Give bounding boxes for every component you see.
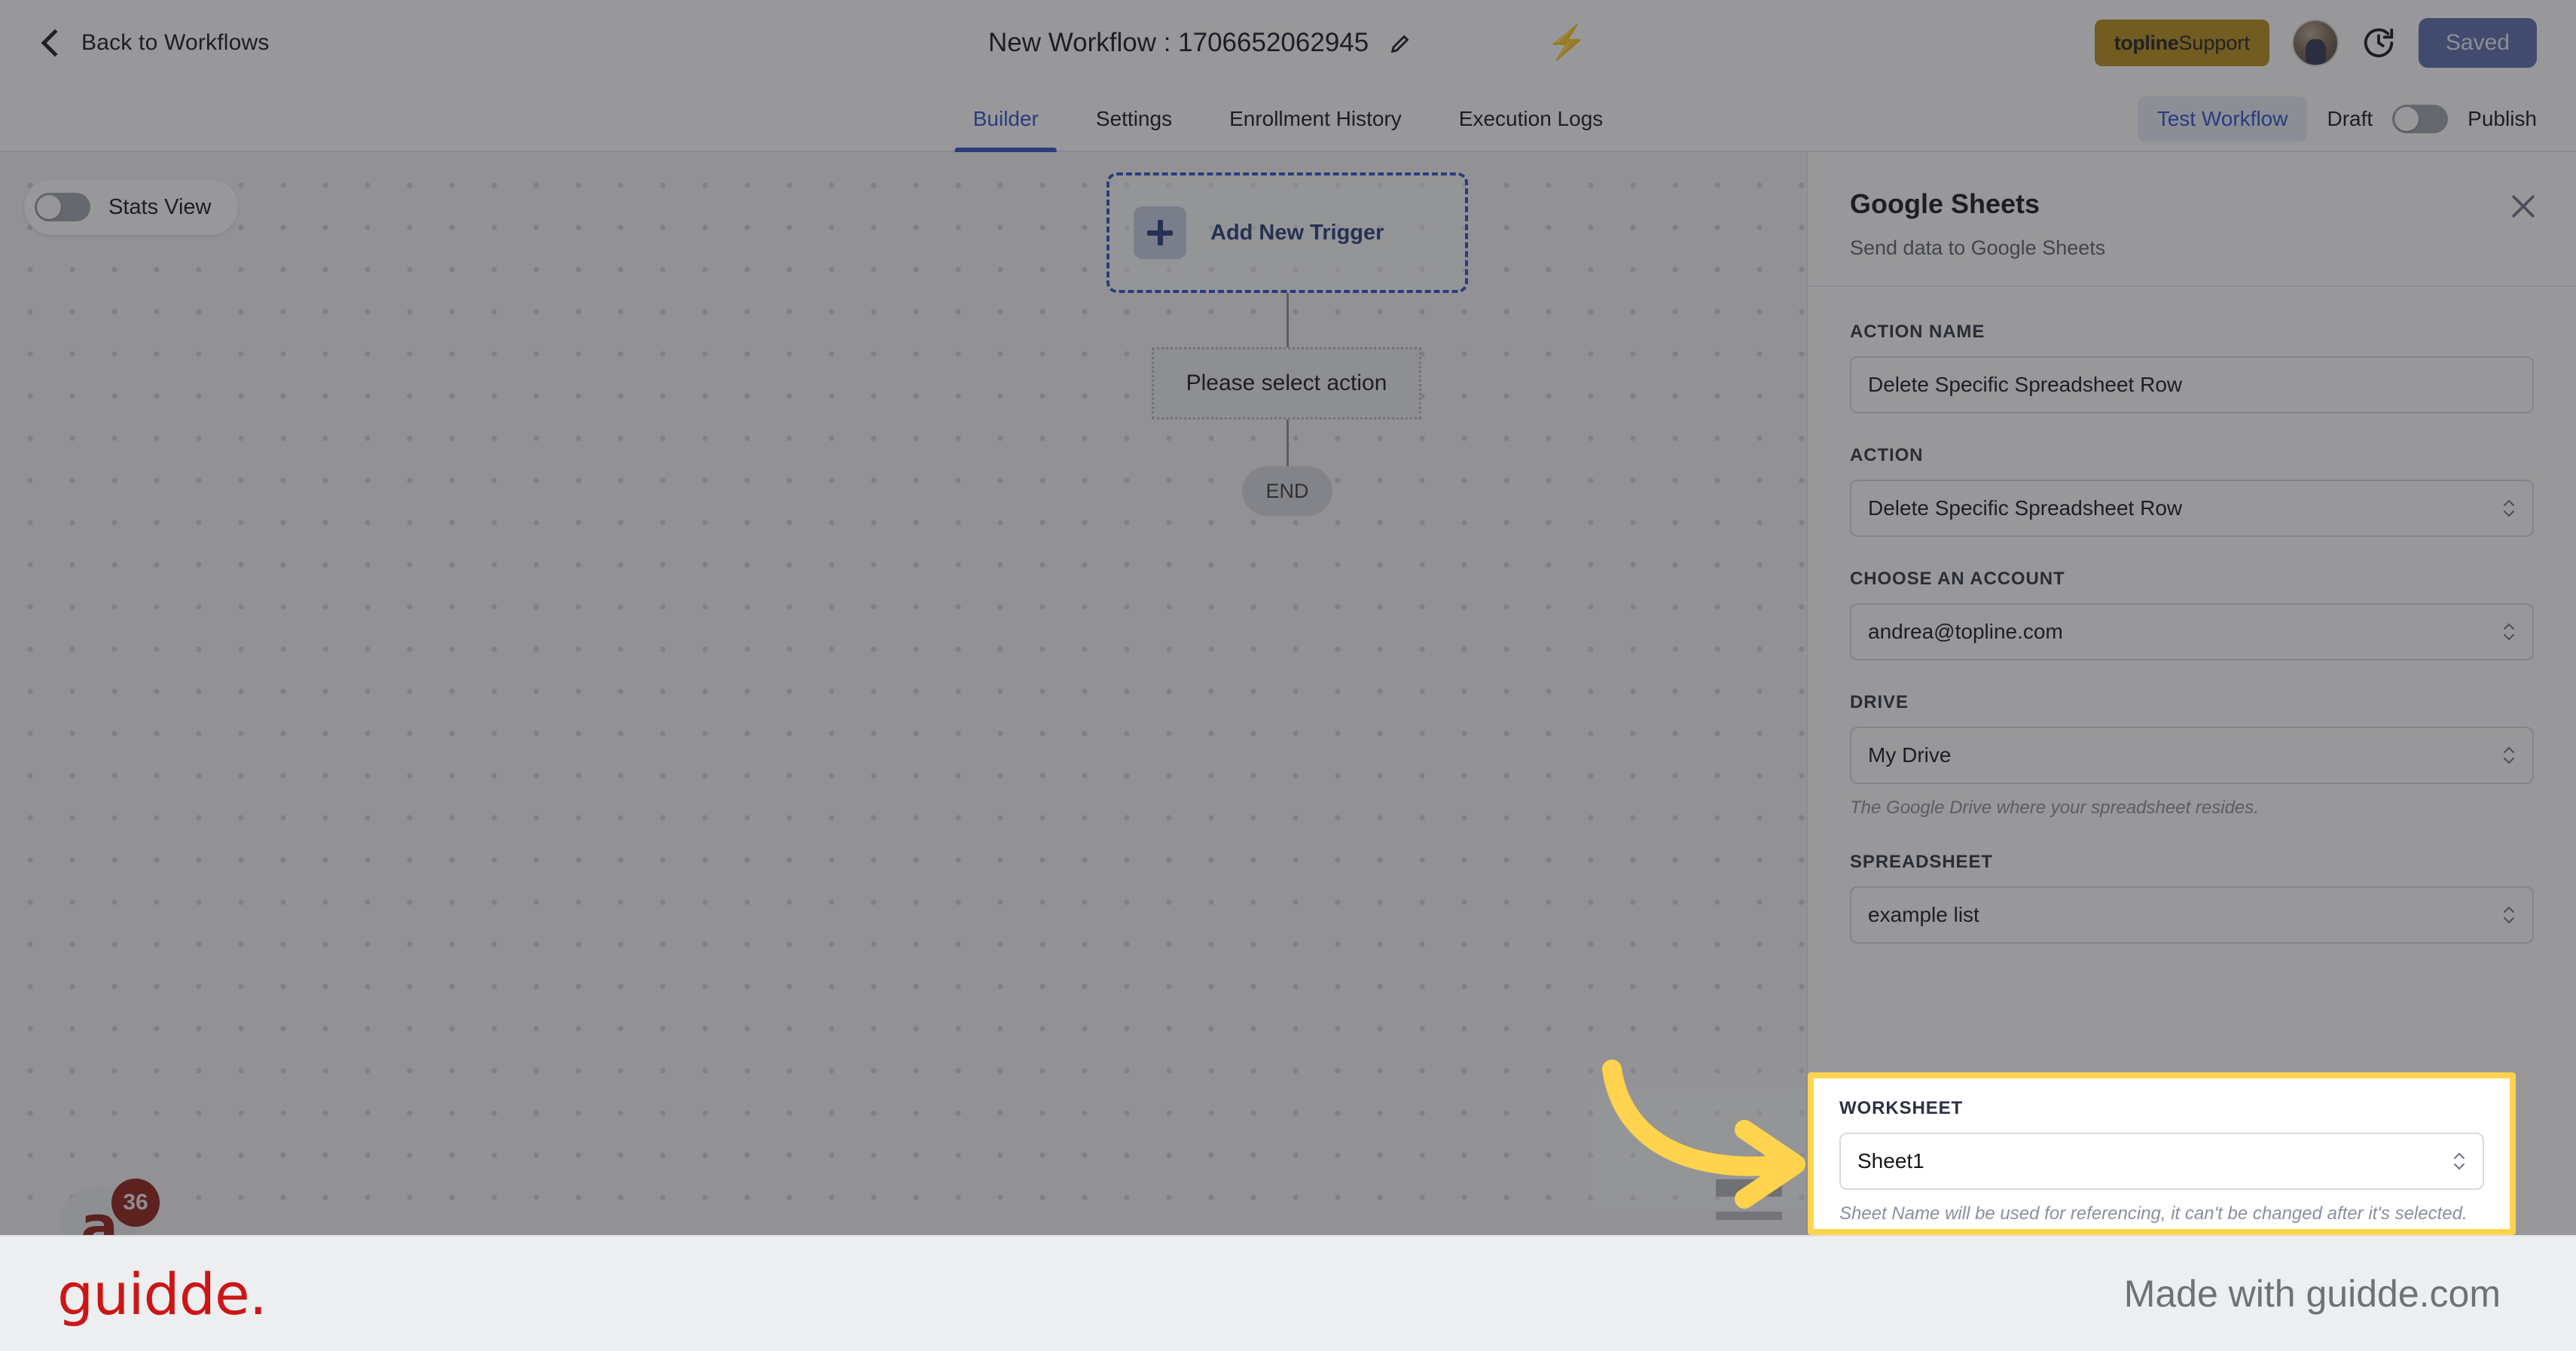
field-action-name: ACTION NAME Delete Specific Spreadsheet …	[1850, 322, 2534, 413]
tab-settings-label: Settings	[1095, 107, 1173, 130]
stats-view-label: Stats View	[108, 194, 212, 219]
add-new-trigger-card[interactable]: Add New Trigger	[1106, 172, 1468, 293]
stats-toggle-knob	[37, 195, 61, 219]
test-workflow-button[interactable]: Test Workflow	[2137, 96, 2308, 142]
action-name-input[interactable]: Delete Specific Spreadsheet Row	[1850, 356, 2534, 413]
stats-view-control[interactable]: Stats View	[24, 179, 239, 235]
back-to-workflows-label: Back to Workflows	[81, 30, 270, 55]
placeholder-bar	[1716, 1212, 1782, 1220]
top-bar: Back to Workflows New Workflow : 1706652…	[0, 0, 2576, 86]
publish-label: Publish	[2468, 107, 2537, 130]
lightning-bolt-icon[interactable]: ⚡	[1546, 26, 1588, 59]
chevron-updown-icon	[2501, 617, 2517, 647]
action-select[interactable]: Delete Specific Spreadsheet Row	[1850, 480, 2534, 537]
end-node: END	[1242, 466, 1332, 516]
tab-execution-logs[interactable]: Execution Logs	[1430, 86, 1631, 152]
top-bar-right: topline Support Saved	[2094, 0, 2537, 86]
panel-subtitle: Send data to Google Sheets	[1850, 236, 2106, 259]
worksheet-highlight-block: WORKSHEET Sheet1 Sheet Name will be used…	[1808, 1072, 2516, 1235]
worksheet-select[interactable]: Sheet1	[1839, 1133, 2484, 1190]
toggle-knob	[2394, 107, 2419, 131]
guidde-logo: guidde.	[57, 1260, 267, 1328]
support-brand-label: topline	[2114, 31, 2179, 54]
workflow-flow: Add New Trigger Please select action END	[1106, 172, 1468, 516]
plus-icon	[1134, 206, 1186, 259]
connector-line	[1286, 293, 1289, 347]
drive-select[interactable]: My Drive	[1850, 727, 2534, 784]
draft-publish-toggle[interactable]	[2392, 105, 2449, 133]
tab-bar: Builder Settings Enrollment History Exec…	[0, 86, 2576, 152]
guidde-footer: guidde. Made with guidde.com	[0, 1235, 2576, 1351]
tab-bar-right: Test Workflow Draft Publish	[2137, 86, 2537, 152]
clock-history-icon[interactable]	[2361, 26, 2396, 60]
field-action: ACTION Delete Specific Spreadsheet Row	[1850, 445, 2534, 537]
draft-label: Draft	[2327, 107, 2373, 130]
save-button-label: Saved	[2445, 30, 2510, 55]
avatar[interactable]	[2291, 20, 2339, 66]
drive-help-text: The Google Drive where your spreadsheet …	[1850, 797, 2259, 818]
action-value: Delete Specific Spreadsheet Row	[1868, 496, 2183, 520]
select-action-node[interactable]: Please select action	[1152, 347, 1421, 419]
pencil-icon[interactable]	[1388, 30, 1414, 56]
panel-body: ACTION NAME Delete Specific Spreadsheet …	[1808, 287, 2576, 944]
panel-title: Google Sheets	[1850, 188, 2040, 219]
spreadsheet-select[interactable]: example list	[1850, 886, 2534, 944]
chevron-updown-icon	[2501, 740, 2517, 770]
close-icon[interactable]	[2507, 190, 2540, 223]
field-drive: DRIVE My Drive The Google Drive where yo…	[1850, 692, 2534, 820]
workflow-canvas[interactable]: Stats View Add New Trigger Please select…	[0, 152, 1806, 1235]
chevron-updown-icon	[2501, 900, 2517, 930]
page-title: New Workflow : 1706652062945	[987, 28, 1369, 57]
field-account-label: CHOOSE AN ACCOUNT	[1850, 569, 2065, 589]
select-action-label: Please select action	[1186, 371, 1387, 395]
field-spreadsheet-label: SPREADSHEET	[1850, 852, 1993, 873]
tab-builder-label: Builder	[972, 107, 1039, 130]
topline-support-button[interactable]: topline Support	[2094, 20, 2269, 66]
support-suffix-label: Support	[2178, 31, 2250, 54]
tab-list: Builder Settings Enrollment History Exec…	[945, 86, 1632, 152]
panel-header: Google Sheets Send data to Google Sheets	[1808, 152, 2576, 285]
chevron-updown-icon	[2501, 493, 2517, 523]
chevron-updown-icon	[2451, 1146, 2468, 1176]
made-with-guidde-label: Made with guidde.com	[2123, 1273, 2501, 1315]
worksheet-help-text: Sheet Name will be used for referencing,…	[1839, 1203, 2468, 1224]
tab-settings[interactable]: Settings	[1067, 86, 1201, 152]
add-new-trigger-label: Add New Trigger	[1210, 220, 1384, 245]
connector-line	[1286, 419, 1289, 466]
chat-unread-badge: 36	[111, 1179, 160, 1227]
test-workflow-label: Test Workflow	[2156, 107, 2288, 130]
chevron-left-icon	[41, 29, 69, 57]
action-name-value: Delete Specific Spreadsheet Row	[1868, 373, 2183, 396]
field-worksheet-label: WORKSHEET	[1839, 1098, 1964, 1118]
field-spreadsheet: SPREADSHEET example list	[1850, 852, 2534, 944]
workflow-title-group: New Workflow : 1706652062945 ⚡	[988, 0, 1588, 86]
chat-unread-count: 36	[123, 1190, 148, 1215]
account-select[interactable]: andrea@topline.com	[1850, 603, 2534, 660]
tab-builder[interactable]: Builder	[945, 86, 1067, 152]
stats-view-toggle[interactable]	[35, 193, 90, 221]
field-action-label: ACTION	[1850, 445, 1924, 465]
tab-enrollment-history[interactable]: Enrollment History	[1201, 86, 1430, 152]
field-choose-an-account: CHOOSE AN ACCOUNT andrea@topline.com	[1850, 569, 2534, 660]
field-drive-label: DRIVE	[1850, 692, 1909, 712]
tab-enrollment-history-label: Enrollment History	[1229, 107, 1402, 130]
back-to-workflows-button[interactable]: Back to Workflows	[41, 29, 270, 57]
tab-execution-logs-label: Execution Logs	[1458, 107, 1604, 130]
account-value: andrea@topline.com	[1868, 620, 2063, 643]
end-node-label: END	[1265, 479, 1309, 502]
worksheet-value: Sheet1	[1857, 1149, 1924, 1173]
spreadsheet-value: example list	[1868, 903, 1979, 927]
drive-value: My Drive	[1868, 743, 1952, 767]
field-action-name-label: ACTION NAME	[1850, 322, 1985, 342]
placeholder-bar	[1716, 1179, 1782, 1197]
save-button[interactable]: Saved	[2418, 18, 2537, 68]
app-root: Back to Workflows New Workflow : 1706652…	[0, 0, 2576, 1351]
